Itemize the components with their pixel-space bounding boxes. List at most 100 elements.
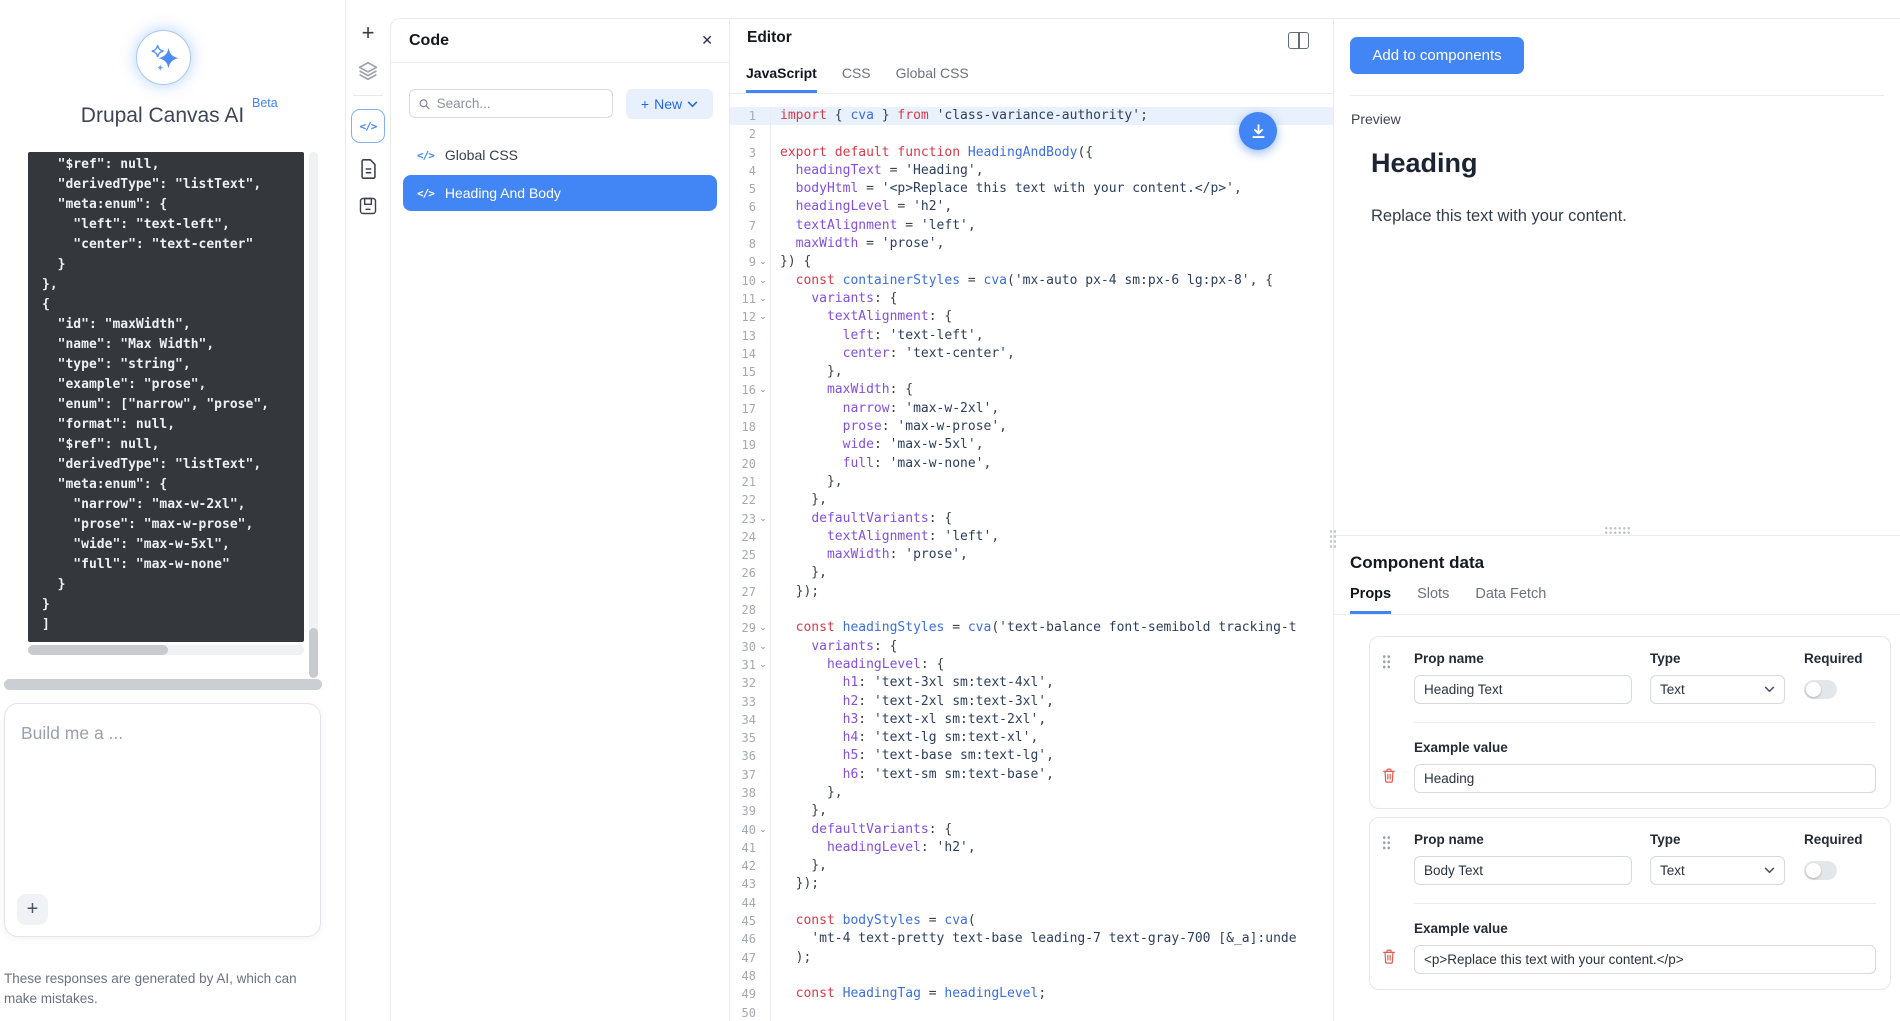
code-line[interactable]: 15 },	[730, 363, 1333, 381]
new-code-button[interactable]: + New	[626, 89, 713, 119]
snippet-vertical-scrollbar[interactable]	[309, 152, 318, 657]
code-line[interactable]: 16⌄ maxWidth: {	[730, 381, 1333, 399]
vertical-resize-handle[interactable]	[1329, 529, 1337, 549]
code-line[interactable]: 24 textAlignment: 'left',	[730, 528, 1333, 546]
layers-button[interactable]	[357, 60, 379, 82]
code-line[interactable]: 14 center: 'text-center',	[730, 345, 1333, 363]
code-line[interactable]: 11⌄ variants: {	[730, 290, 1333, 308]
code-line[interactable]: 36 h5: 'text-base sm:text-lg',	[730, 747, 1333, 765]
code-line[interactable]: 37 h6: 'text-sm sm:text-base',	[730, 766, 1333, 784]
fold-toggle-icon[interactable]: ⌄	[756, 821, 771, 839]
code-line[interactable]: 42 },	[730, 857, 1333, 875]
code-line[interactable]: 30⌄ variants: {	[730, 638, 1333, 656]
delete-prop-button[interactable]	[1382, 948, 1396, 968]
code-line[interactable]: 9⌄}) {	[730, 253, 1333, 271]
code-line[interactable]: 43 });	[730, 875, 1333, 893]
drag-handle-icon[interactable]	[1382, 835, 1391, 850]
code-line[interactable]: 18 prose: 'max-w-prose',	[730, 418, 1333, 436]
download-button[interactable]	[1239, 112, 1277, 150]
code-line[interactable]: 7 textAlignment = 'left',	[730, 217, 1333, 235]
code-line[interactable]: 19 wide: 'max-w-5xl',	[730, 436, 1333, 454]
code-line[interactable]: 13 left: 'text-left',	[730, 327, 1333, 345]
type-select[interactable]: Text	[1650, 675, 1785, 704]
code-line[interactable]: 49 const HeadingTag = headingLevel;	[730, 985, 1333, 1003]
prompt-input[interactable]	[5, 704, 320, 936]
code-line[interactable]: 45 const bodyStyles = cva(	[730, 912, 1333, 930]
code-line[interactable]: 29⌄ const headingStyles = cva('text-bala…	[730, 619, 1333, 637]
tab-data-fetch[interactable]: Data Fetch	[1475, 586, 1546, 614]
example-value-input[interactable]	[1414, 764, 1876, 793]
fold-toggle-icon[interactable]: ⌄	[756, 638, 771, 656]
code-line[interactable]: 26 },	[730, 564, 1333, 582]
required-toggle[interactable]	[1804, 680, 1837, 699]
code-line[interactable]: 44	[730, 894, 1333, 912]
code-line[interactable]: 5 bodyHtml = '<p>Replace this text with …	[730, 180, 1333, 198]
snippet-horizontal-scrollbar[interactable]	[28, 645, 304, 655]
code-line[interactable]: 27 });	[730, 583, 1333, 601]
snippet-vertical-scrollbar-thumb[interactable]	[309, 628, 318, 678]
tab-slots[interactable]: Slots	[1417, 586, 1449, 614]
code-line[interactable]: 28	[730, 601, 1333, 619]
search-input[interactable]	[437, 96, 604, 111]
code-line[interactable]: 33 h2: 'text-2xl sm:text-3xl',	[730, 693, 1333, 711]
delete-prop-button[interactable]	[1382, 767, 1396, 787]
code-panel-button[interactable]: </>	[351, 109, 385, 143]
prop-name-input[interactable]	[1414, 675, 1632, 704]
code-line[interactable]: 39 },	[730, 802, 1333, 820]
add-to-components-button[interactable]: Add to components	[1350, 37, 1524, 74]
code-line[interactable]: 38 },	[730, 784, 1333, 802]
document-button[interactable]	[359, 158, 378, 180]
fold-toggle-icon[interactable]: ⌄	[756, 290, 771, 308]
drag-handle-icon[interactable]	[1382, 654, 1391, 669]
code-line[interactable]: 31⌄ headingLevel: {	[730, 656, 1333, 674]
fold-toggle-icon[interactable]: ⌄	[756, 619, 771, 637]
tab-props[interactable]: Props	[1350, 586, 1391, 614]
code-line[interactable]: 41 headingLevel: 'h2',	[730, 839, 1333, 857]
horizontal-resize-handle[interactable]	[1604, 526, 1630, 535]
code-editor[interactable]: 1import { cva } from 'class-variance-aut…	[730, 102, 1333, 1021]
code-file-item-heading-and-body[interactable]: </>Heading And Body	[403, 175, 717, 211]
code-line[interactable]: 4 headingText = 'Heading',	[730, 162, 1333, 180]
code-line[interactable]: 8 maxWidth = 'prose',	[730, 235, 1333, 253]
code-line[interactable]: 47 );	[730, 949, 1333, 967]
library-button[interactable]	[358, 196, 378, 216]
code-line[interactable]: 32 h1: 'text-3xl sm:text-4xl',	[730, 674, 1333, 692]
code-line[interactable]: 23⌄ defaultVariants: {	[730, 510, 1333, 528]
code-line[interactable]: 20 full: 'max-w-none',	[730, 455, 1333, 473]
code-line[interactable]: 3export default function HeadingAndBody(…	[730, 144, 1333, 162]
fold-toggle-icon[interactable]: ⌄	[756, 272, 771, 290]
code-line[interactable]: 12⌄ textAlignment: {	[730, 308, 1333, 326]
fold-toggle-icon[interactable]: ⌄	[756, 308, 771, 326]
code-line[interactable]: 17 narrow: 'max-w-2xl',	[730, 400, 1333, 418]
fold-toggle-icon[interactable]: ⌄	[756, 381, 771, 399]
code-line[interactable]: 46 'mt-4 text-pretty text-base leading-7…	[730, 930, 1333, 948]
fold-toggle-icon[interactable]: ⌄	[756, 253, 771, 271]
fold-toggle-icon[interactable]: ⌄	[756, 510, 771, 528]
code-line[interactable]: 35 h4: 'text-lg sm:text-xl',	[730, 729, 1333, 747]
required-toggle[interactable]	[1804, 861, 1837, 880]
close-code-panel-button[interactable]: ✕	[701, 32, 713, 49]
tab-global-css[interactable]: Global CSS	[896, 65, 969, 93]
chat-horizontal-scrollbar[interactable]	[4, 679, 322, 690]
code-line[interactable]: 48	[730, 967, 1333, 985]
code-line[interactable]: 10⌄ const containerStyles = cva('mx-auto…	[730, 272, 1333, 290]
tab-javascript[interactable]: JavaScript	[746, 65, 817, 93]
code-line[interactable]: 6 headingLevel = 'h2',	[730, 198, 1333, 216]
fold-toggle-icon[interactable]: ⌄	[756, 656, 771, 674]
example-value-input[interactable]	[1414, 945, 1876, 974]
add-panel-button[interactable]: +	[362, 22, 375, 44]
code-line[interactable]: 50	[730, 1004, 1333, 1021]
tab-css[interactable]: CSS	[842, 65, 871, 93]
snippet-horizontal-scrollbar-thumb[interactable]	[28, 645, 168, 655]
split-view-button[interactable]	[1288, 32, 1309, 49]
prop-name-input[interactable]	[1414, 856, 1632, 885]
code-file-item-global-css[interactable]: </>Global CSS	[403, 142, 717, 168]
code-line[interactable]: 25 maxWidth: 'prose',	[730, 546, 1333, 564]
code-line[interactable]: 22 },	[730, 491, 1333, 509]
type-select[interactable]: Text	[1650, 856, 1785, 885]
line-number: 37	[730, 766, 756, 784]
code-line[interactable]: 34 h3: 'text-xl sm:text-2xl',	[730, 711, 1333, 729]
attach-button[interactable]: +	[17, 894, 48, 925]
code-line[interactable]: 21 },	[730, 473, 1333, 491]
code-line[interactable]: 40⌄ defaultVariants: {	[730, 821, 1333, 839]
